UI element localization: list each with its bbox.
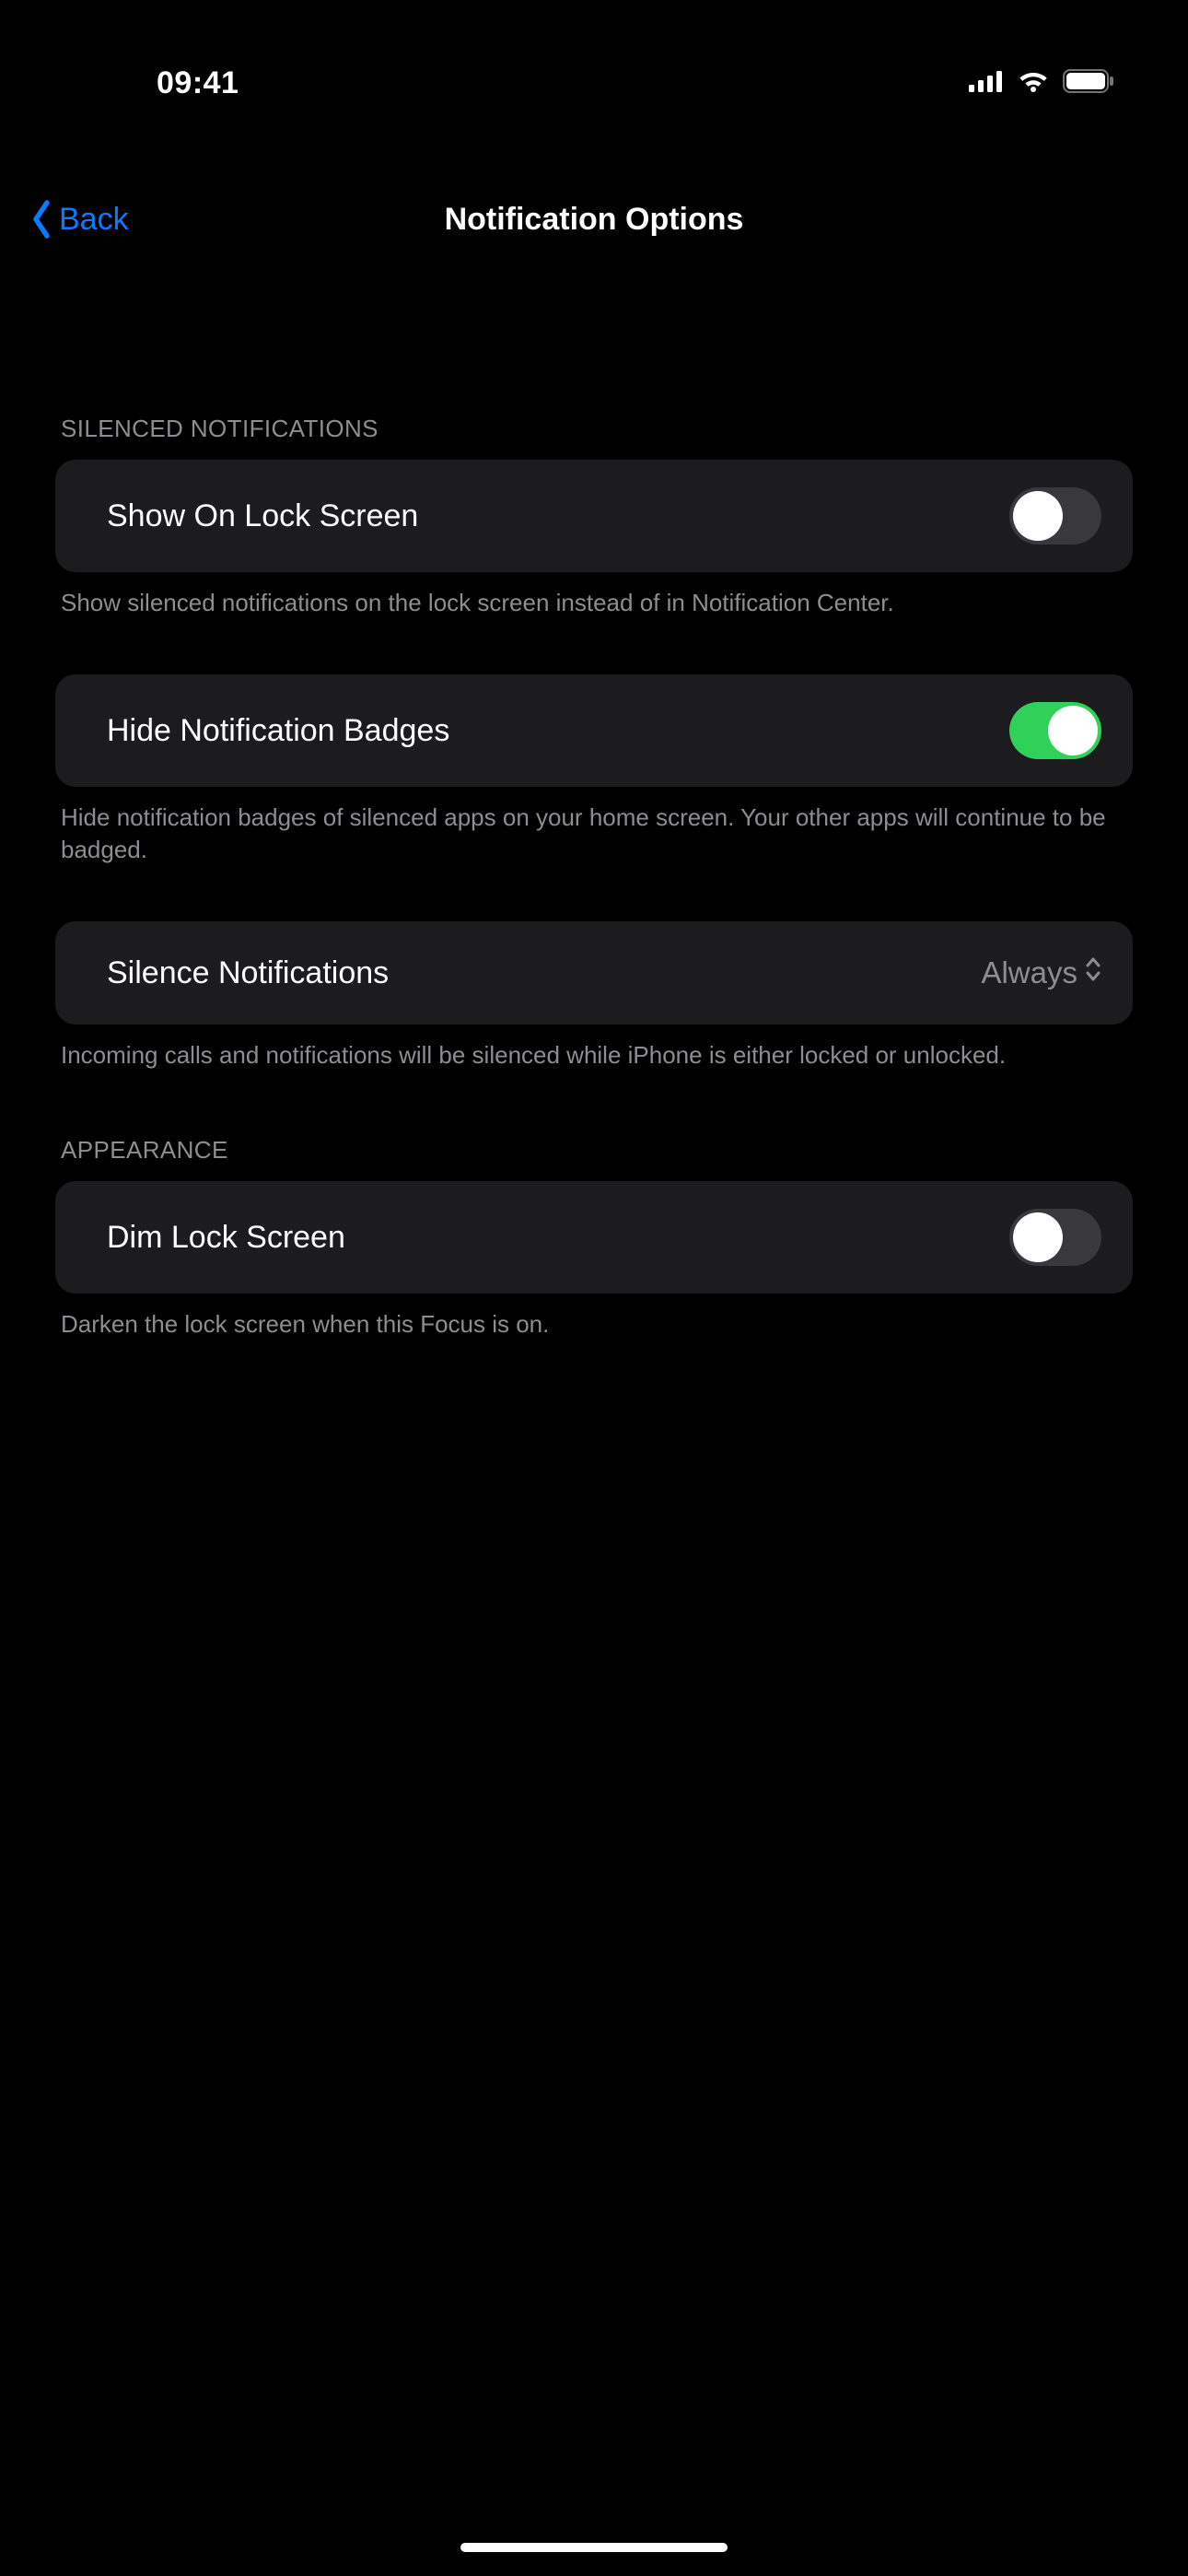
screen: 09:41 (0, 0, 1188, 2576)
footer-dim-lock: Darken the lock screen when this Focus i… (61, 1308, 1127, 1341)
row-silence-notifications[interactable]: Silence Notifications Always (55, 921, 1133, 1025)
row-hide-notification-badges[interactable]: Hide Notification Badges (55, 674, 1133, 787)
back-button[interactable]: Back (28, 199, 129, 240)
value-silence: Always (981, 955, 1101, 990)
toggle-dim-lock[interactable] (1009, 1209, 1101, 1266)
toggle-hide-badges[interactable] (1009, 702, 1101, 759)
label-show-on-lock: Show On Lock Screen (107, 498, 418, 534)
back-label: Back (59, 202, 129, 238)
toggle-show-on-lock[interactable] (1009, 487, 1101, 544)
row-dim-lock-screen[interactable]: Dim Lock Screen (55, 1181, 1133, 1294)
silence-value-text: Always (981, 955, 1077, 990)
status-time: 09:41 (157, 65, 239, 101)
status-right-icons (969, 69, 1116, 98)
status-bar: 09:41 (0, 0, 1188, 129)
content: SILENCED NOTIFICATIONS Show On Lock Scre… (0, 332, 1188, 1350)
home-indicator (460, 2543, 728, 2552)
cellular-icon (969, 70, 1004, 97)
group-hide-badges: Hide Notification Badges Hide notificati… (55, 674, 1133, 866)
page-title: Notification Options (445, 202, 744, 238)
battery-icon (1063, 69, 1116, 98)
label-silence: Silence Notifications (107, 955, 389, 991)
chevron-up-down-icon (1085, 955, 1101, 990)
section-header-appearance: APPEARANCE (61, 1136, 1133, 1165)
label-hide-badges: Hide Notification Badges (107, 713, 449, 749)
row-show-on-lock-screen[interactable]: Show On Lock Screen (55, 460, 1133, 572)
footer-silence: Incoming calls and notifications will be… (61, 1039, 1127, 1071)
section-header-silenced: SILENCED NOTIFICATIONS (61, 415, 1133, 443)
nav-bar: Back Notification Options (0, 173, 1188, 265)
wifi-icon (1017, 69, 1050, 98)
label-dim-lock: Dim Lock Screen (107, 1220, 345, 1256)
chevron-left-icon (28, 199, 55, 240)
footer-hide-badges: Hide notification badges of silenced app… (61, 802, 1127, 866)
group-silence: Silence Notifications Always Incoming ca… (55, 921, 1133, 1071)
group-show-on-lock: Show On Lock Screen Show silenced notifi… (55, 460, 1133, 619)
footer-show-on-lock: Show silenced notifications on the lock … (61, 587, 1127, 619)
group-dim-lock: Dim Lock Screen Darken the lock screen w… (55, 1181, 1133, 1341)
